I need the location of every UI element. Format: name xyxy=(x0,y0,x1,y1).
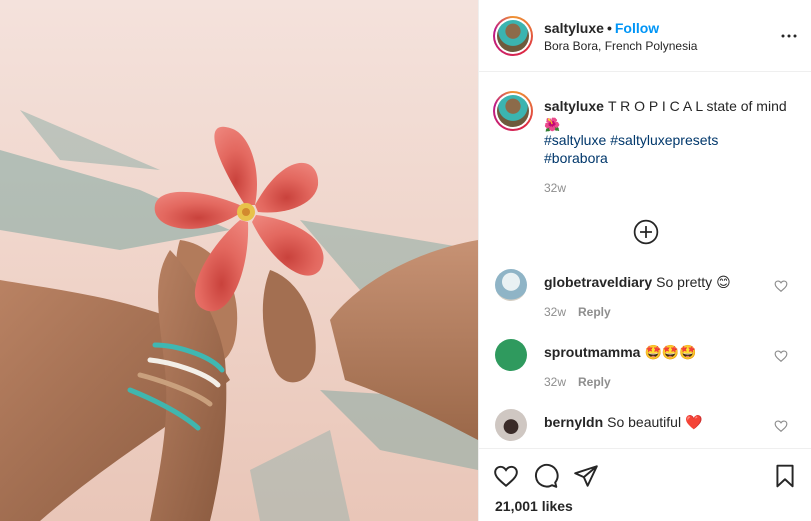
caption-text: saltyluxe T R O P I C A L state of mind 🌺 xyxy=(544,97,804,134)
caption-username[interactable]: saltyluxe xyxy=(544,98,604,114)
comment-timestamp: 32w xyxy=(544,375,567,389)
hashtag-link[interactable]: #saltyluxepresets xyxy=(610,132,718,148)
comment-item: bernyldn So beautiful ❤️ xyxy=(479,409,811,448)
comment-meta: 32w Reply xyxy=(544,305,611,319)
author-avatar[interactable] xyxy=(493,16,533,56)
comments-scroll-area[interactable]: saltyluxe T R O P I C A L state of mind 🌺… xyxy=(479,73,811,448)
more-options-icon[interactable] xyxy=(780,27,798,45)
hashtag-link[interactable]: #saltyluxe xyxy=(544,132,606,148)
post-photo[interactable] xyxy=(0,0,478,521)
caption-timestamp: 32w xyxy=(544,181,567,195)
post-location[interactable]: Bora Bora, French Polynesia xyxy=(544,39,697,53)
separator-dot: • xyxy=(606,20,612,36)
plus-circle-icon[interactable] xyxy=(633,219,659,245)
heart-icon[interactable] xyxy=(774,419,788,433)
comment-body: So beautiful ❤️ xyxy=(607,414,703,430)
heart-icon[interactable] xyxy=(493,463,519,489)
comment-meta: 32w Reply xyxy=(544,375,611,389)
comment-text: bernyldn So beautiful ❤️ xyxy=(544,414,702,431)
comment-text: globetraveldiary So pretty 😊 xyxy=(544,274,731,291)
heart-icon[interactable] xyxy=(774,279,788,293)
comment-item: sproutmamma 🤩🤩🤩 32w Reply xyxy=(479,339,811,409)
caption-body: T R O P I C A L state of mind xyxy=(607,98,787,114)
share-icon[interactable] xyxy=(573,463,599,489)
comment-timestamp: 32w xyxy=(544,305,567,319)
reply-button[interactable]: Reply xyxy=(578,375,611,389)
bookmark-icon[interactable] xyxy=(772,463,798,489)
hashtag-link[interactable]: #borabora xyxy=(544,150,608,166)
follow-button[interactable]: Follow xyxy=(615,20,659,36)
commenter-avatar[interactable] xyxy=(495,339,527,371)
likes-count[interactable]: 21,001 likes xyxy=(495,498,573,514)
post-header: saltyluxe • Follow Bora Bora, French Polyn… xyxy=(479,0,811,72)
reply-button[interactable]: Reply xyxy=(578,305,611,319)
comment-item: globetraveldiary So pretty 😊 32w Reply xyxy=(479,269,811,339)
comment-icon[interactable] xyxy=(533,463,559,489)
comment-body: So pretty 😊 xyxy=(656,274,731,290)
author-line: saltyluxe • Follow xyxy=(544,20,659,36)
post-actions-bar: 21,001 likes xyxy=(479,448,811,521)
heart-icon[interactable] xyxy=(774,349,788,363)
comment-username[interactable]: bernyldn xyxy=(544,414,603,430)
author-username[interactable]: saltyluxe xyxy=(544,20,604,36)
instagram-post-modal: saltyluxe • Follow Bora Bora, French Polyn… xyxy=(0,0,811,521)
comment-body: 🤩🤩🤩 xyxy=(644,344,697,360)
caption-avatar[interactable] xyxy=(493,91,533,131)
commenter-avatar[interactable] xyxy=(495,409,527,441)
commenter-avatar[interactable] xyxy=(495,269,527,301)
comment-username[interactable]: globetraveldiary xyxy=(544,274,652,290)
caption-hashtags: #saltyluxe #saltyluxepresets #borabora xyxy=(544,131,804,167)
comment-text: sproutmamma 🤩🤩🤩 xyxy=(544,344,697,361)
post-photo-illustration xyxy=(0,110,478,521)
post-side-panel: saltyluxe • Follow Bora Bora, French Polyn… xyxy=(478,0,811,521)
comment-username[interactable]: sproutmamma xyxy=(544,344,640,360)
